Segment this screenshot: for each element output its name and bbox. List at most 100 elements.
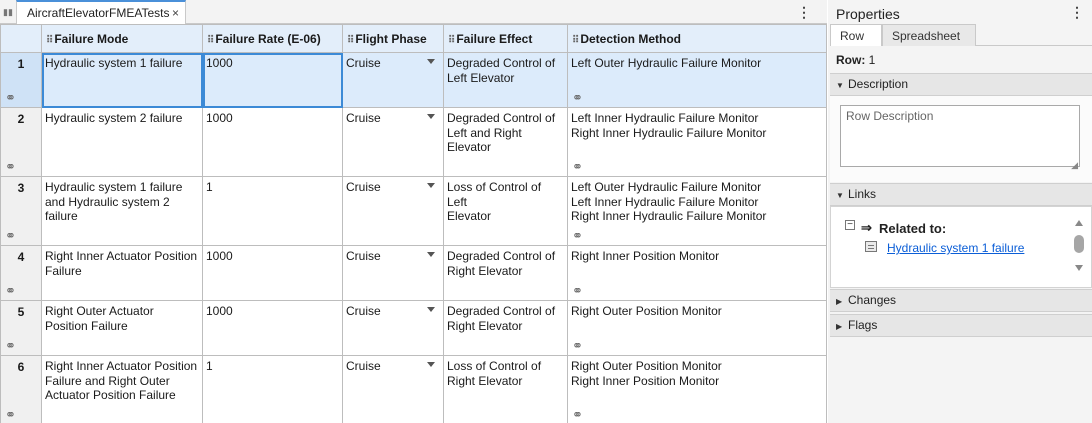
flight-phase-cell[interactable]: Cruise: [342, 176, 444, 246]
table-row[interactable]: 2 ⚭ Hydraulic system 2 failure 1000 Cruise De…: [0, 107, 827, 177]
dropdown-arrow-icon[interactable]: [427, 59, 435, 64]
scroll-up-arrow-icon[interactable]: [1075, 220, 1083, 226]
cell-text-line: Left Elevator: [447, 70, 515, 85]
table-header-row: ⠿ Failure Mode ⠿ Failure Rate (E-06) ⠿ Flig…: [0, 24, 827, 53]
description-section-header[interactable]: ▼ Description: [830, 73, 1092, 96]
detection-method-cell[interactable]: Left Inner Hydraulic Failure Monitor Righ…: [567, 107, 827, 177]
column-grip-icon[interactable]: ⠿: [572, 35, 579, 46]
table-row[interactable]: 1 ⚭ Hydraulic system 1 failure 1000 Cruise De…: [0, 52, 827, 108]
tree-collapse-icon[interactable]: −: [845, 220, 855, 230]
detection-method-cell[interactable]: Right Outer Position Monitor Right Inner …: [567, 355, 827, 423]
links-section-header[interactable]: ▼ Links: [830, 183, 1092, 206]
link-icon[interactable]: ⚭: [572, 91, 583, 104]
cell-text-line: Right Inner Position Monitor: [571, 373, 720, 388]
column-header-failure-mode[interactable]: ⠿ Failure Mode: [41, 24, 203, 53]
link-icon[interactable]: ⚭: [5, 229, 16, 242]
row-number: 5: [17, 305, 25, 319]
more-options-icon[interactable]: ⋮: [797, 0, 811, 24]
more-options-icon[interactable]: ⋮: [1070, 4, 1084, 21]
dropdown-arrow-icon[interactable]: [427, 114, 435, 119]
flight-phase-cell[interactable]: Cruise: [342, 107, 444, 177]
table-row[interactable]: 5 ⚭ Right Outer Actuator Position Failure 10…: [0, 300, 827, 356]
row-number-cell[interactable]: 5 ⚭: [0, 300, 42, 356]
detection-method-cell[interactable]: Right Inner Position Monitor ⚭: [567, 245, 827, 301]
link-icon[interactable]: ⚭: [5, 160, 16, 173]
row-number-cell[interactable]: 3 ⚭: [0, 176, 42, 246]
link-icon[interactable]: ⚭: [572, 229, 583, 242]
failure-mode-cell[interactable]: Right Outer Actuator Position Failure: [41, 300, 203, 356]
tab-spreadsheet[interactable]: Spreadsheet: [882, 24, 976, 46]
failure-rate-cell[interactable]: 1: [202, 176, 343, 246]
link-icon[interactable]: ⚭: [572, 284, 583, 297]
grip-icon[interactable]: ▮▮: [0, 0, 16, 24]
cell-text-line: Right Elevator: [447, 373, 523, 388]
failure-mode-cell[interactable]: Hydraulic system 2 failure: [41, 107, 203, 177]
cell-text-line: Left Outer Hydraulic Failure Monitor: [571, 180, 762, 194]
flight-phase-cell[interactable]: Cruise: [342, 52, 444, 108]
flight-phase-cell[interactable]: Cruise: [342, 245, 444, 301]
flight-phase-cell[interactable]: Cruise: [342, 300, 444, 356]
flight-phase-value: Cruise: [346, 249, 381, 263]
table-row[interactable]: 4 ⚭ Right Inner Actuator Position Failure 10…: [0, 245, 827, 301]
resize-grip-icon[interactable]: ◢: [1071, 160, 1078, 171]
failure-effect-cell[interactable]: Degraded Control of Right Elevator: [443, 300, 568, 356]
link-icon[interactable]: ⚭: [5, 91, 16, 104]
row-number-cell[interactable]: 2 ⚭: [0, 107, 42, 177]
failure-mode-cell[interactable]: Hydraulic system 1 failure: [41, 52, 203, 108]
link-icon[interactable]: ⚭: [572, 408, 583, 421]
detection-method-cell[interactable]: Left Outer Hydraulic Failure Monitor Left…: [567, 176, 827, 246]
link-icon[interactable]: ⚭: [572, 339, 583, 352]
failure-rate-cell[interactable]: 1000: [202, 300, 343, 356]
failure-effect-cell[interactable]: Degraded Control of Left and Right Elevato…: [443, 107, 568, 177]
dropdown-arrow-icon[interactable]: [427, 307, 435, 312]
failure-mode-cell[interactable]: Hydraulic system 1 failure and Hydraulic …: [41, 176, 203, 246]
column-grip-icon[interactable]: ⠿: [46, 35, 53, 46]
column-grip-icon[interactable]: ⠿: [347, 35, 354, 46]
document-tab[interactable]: AircraftElevatorFMEATests ×: [16, 0, 186, 25]
links-scrollbar-thumb[interactable]: [1074, 235, 1084, 253]
detection-method-cell[interactable]: Right Outer Position Monitor ⚭: [567, 300, 827, 356]
spreadsheet-pane: ▮▮ AircraftElevatorFMEATests × ⋮ ⠿ Failur…: [0, 0, 827, 423]
failure-rate-cell[interactable]: 1000: [202, 107, 343, 177]
table-row[interactable]: 6 ⚭ Right Inner Actuator Position Failure a…: [0, 355, 827, 423]
column-header-flight-phase[interactable]: ⠿ Flight Phase: [342, 24, 444, 53]
failure-effect-cell[interactable]: Degraded Control of Right Elevator: [443, 245, 568, 301]
cell-text-line: Right Elevator: [447, 318, 523, 333]
dropdown-arrow-icon[interactable]: [427, 362, 435, 367]
column-header-detection-method[interactable]: ⠿ Detection Method: [567, 24, 827, 53]
row-number-cell[interactable]: 6 ⚭: [0, 355, 42, 423]
flags-section-header[interactable]: ▶ Flags: [830, 314, 1092, 337]
flight-phase-cell[interactable]: Cruise: [342, 355, 444, 423]
failure-effect-cell[interactable]: Degraded Control of Left Elevator: [443, 52, 568, 108]
table-row[interactable]: 3 ⚭ Hydraulic system 1 failure and Hydrauli…: [0, 176, 827, 246]
failure-rate-cell[interactable]: 1000: [202, 245, 343, 301]
column-grip-icon[interactable]: ⠿: [207, 35, 214, 46]
failure-mode-cell[interactable]: Right Inner Actuator Position Failure and…: [41, 355, 203, 423]
dropdown-arrow-icon[interactable]: [427, 183, 435, 188]
close-icon[interactable]: ×: [172, 2, 179, 24]
row-description-input[interactable]: [840, 105, 1080, 167]
row-number: 3: [17, 181, 25, 195]
failure-rate-cell[interactable]: 1: [202, 355, 343, 423]
link-icon[interactable]: ⚭: [5, 284, 16, 297]
column-header-failure-effect[interactable]: ⠿ Failure Effect: [443, 24, 568, 53]
column-header-failure-rate[interactable]: ⠿ Failure Rate (E-06): [202, 24, 343, 53]
failure-rate-cell[interactable]: 1000: [202, 52, 343, 108]
link-icon[interactable]: ⚭: [5, 339, 16, 352]
dropdown-arrow-icon[interactable]: [427, 252, 435, 257]
row-number-cell[interactable]: 1 ⚭: [0, 52, 42, 108]
detection-method-cell[interactable]: Left Outer Hydraulic Failure Monitor ⚭: [567, 52, 827, 108]
column-grip-icon[interactable]: ⠿: [448, 35, 455, 46]
tab-row[interactable]: Row: [830, 24, 882, 46]
scroll-down-arrow-icon[interactable]: [1075, 265, 1083, 271]
link-icon[interactable]: ⚭: [572, 160, 583, 173]
link-icon[interactable]: ⚭: [5, 408, 16, 421]
failure-mode-cell[interactable]: Right Inner Actuator Position Failure: [41, 245, 203, 301]
failure-effect-cell[interactable]: Loss of Control of Left Elevator: [443, 176, 568, 246]
related-item-link[interactable]: Hydraulic system 1 failure: [887, 241, 1024, 255]
failure-effect-cell[interactable]: Loss of Control of Right Elevator: [443, 355, 568, 423]
related-arrow-icon: ⇒: [861, 220, 872, 235]
cell-text-line: failure: [45, 209, 78, 223]
changes-section-header[interactable]: ▶ Changes: [830, 289, 1092, 312]
row-number-cell[interactable]: 4 ⚭: [0, 245, 42, 301]
